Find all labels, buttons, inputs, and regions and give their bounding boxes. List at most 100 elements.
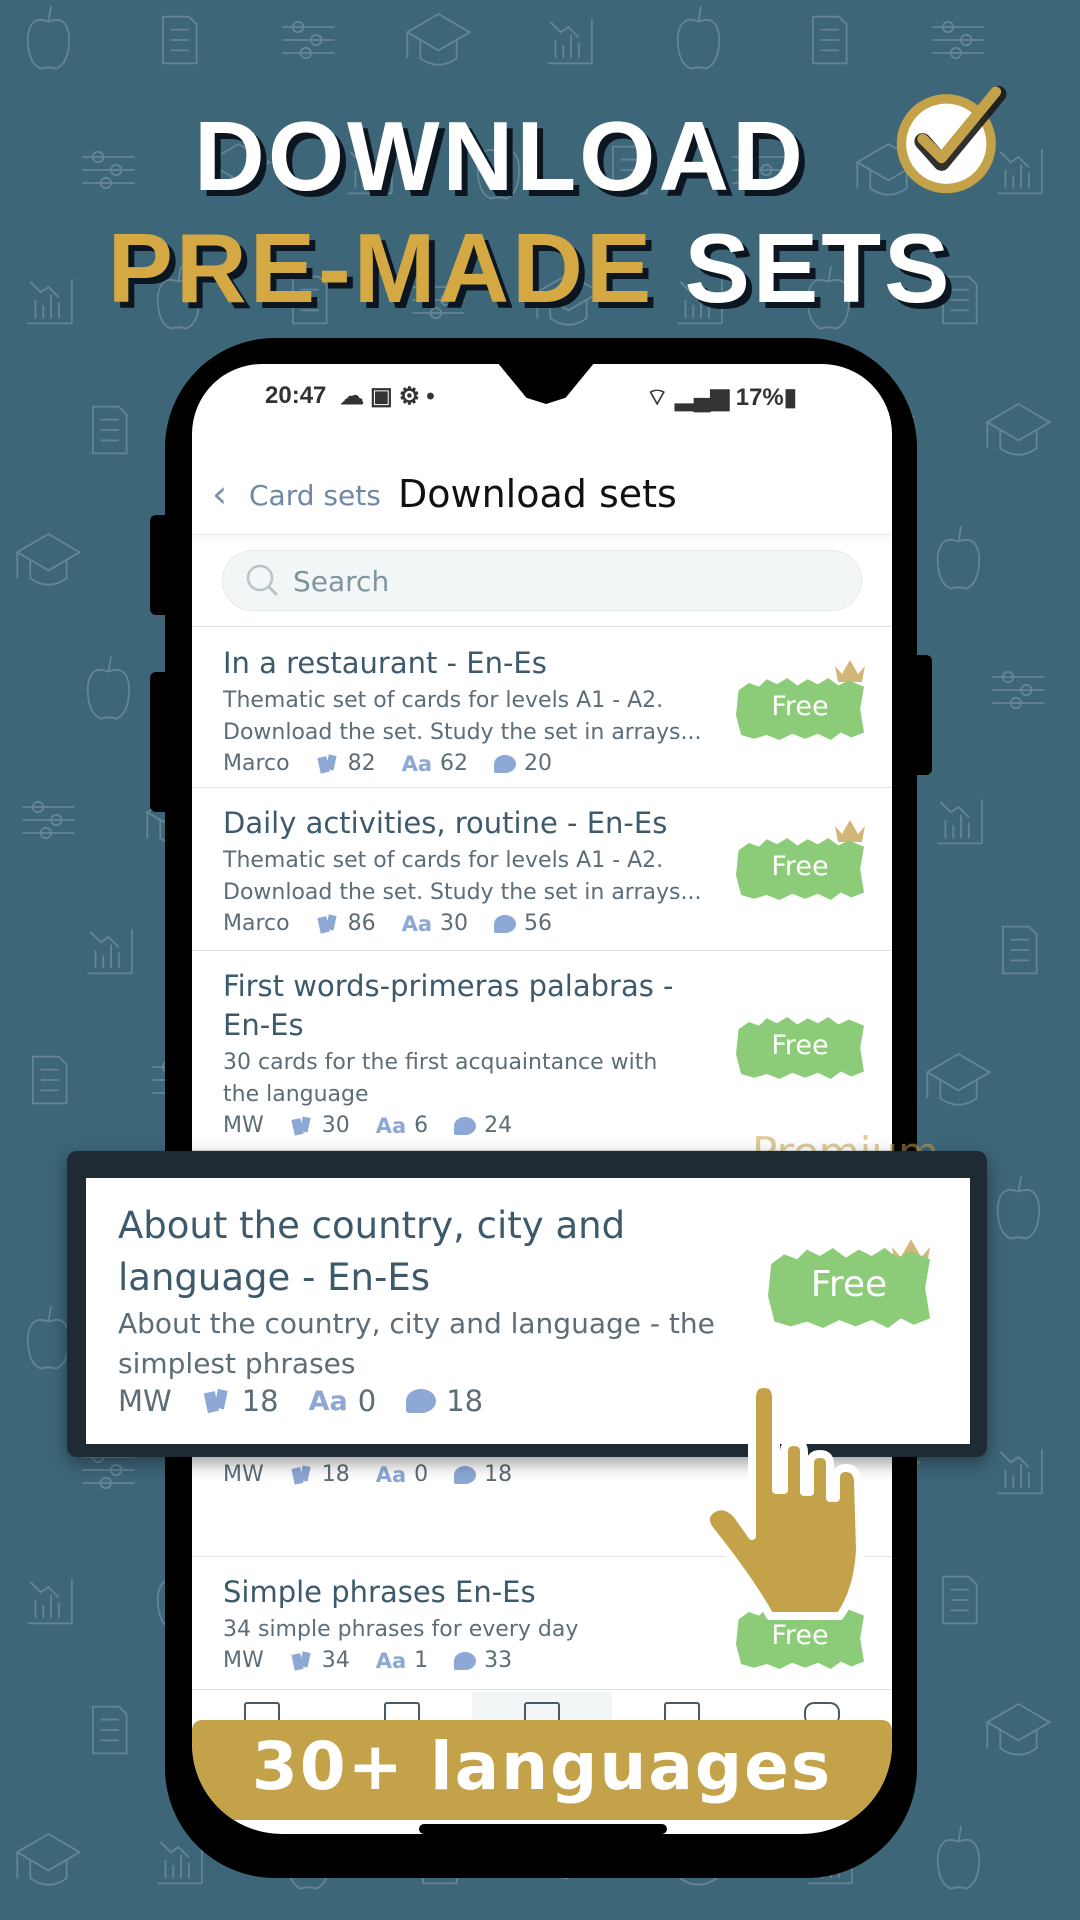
checkmark-badge-icon xyxy=(896,85,1007,194)
words-count: 62 xyxy=(440,751,469,776)
words-icon: Aa xyxy=(308,1385,348,1417)
banner-text: 30+ languages xyxy=(251,1728,833,1805)
set-description: 30 cards for the first acquaintance with… xyxy=(223,1050,658,1107)
comments-count: 24 xyxy=(484,1113,513,1138)
words-icon: Aa xyxy=(401,911,433,936)
divider xyxy=(192,626,892,627)
notification-icons: ☁▣⚙• xyxy=(340,383,441,410)
chart-pattern-icon xyxy=(87,929,133,975)
cards-icon xyxy=(317,753,337,774)
apple-pattern-icon xyxy=(936,526,981,590)
pointing-hand-icon xyxy=(701,1380,864,1620)
set-list-item[interactable]: First words-primeras palabras -En-Es 30 c… xyxy=(192,951,892,1151)
page-title: Download sets xyxy=(398,472,677,516)
chart-pattern-icon xyxy=(547,19,593,65)
promo-banner: 30+ languages xyxy=(192,1720,892,1820)
set-description: Thematic set of cards for levels A1 - A2… xyxy=(223,848,702,905)
apple-pattern-icon xyxy=(86,656,131,720)
set-meta: Marco 82 Aa 62 20 xyxy=(223,751,552,776)
comment-icon xyxy=(494,754,517,773)
doc-pattern-icon xyxy=(161,15,198,65)
headline-line-2: PRE-MADE SETS xyxy=(107,213,953,323)
apple-pattern-icon xyxy=(996,1176,1041,1240)
set-list-item[interactable]: In a restaurant - En-Es Thematic set of c… xyxy=(192,628,892,788)
set-title: First words-primeras palabras -En-Es xyxy=(223,969,674,1042)
comments-count: 33 xyxy=(484,1648,513,1673)
comment-icon xyxy=(454,1116,477,1135)
cards-count: 18 xyxy=(241,1384,279,1418)
cards-count: 82 xyxy=(347,751,376,776)
comment-icon xyxy=(494,914,517,933)
comments-count: 18 xyxy=(446,1384,484,1418)
abacus-pattern-icon xyxy=(82,1450,135,1490)
words-count: 6 xyxy=(414,1113,429,1138)
set-title: Daily activities, routine - En-Es xyxy=(223,806,668,840)
words-count: 0 xyxy=(357,1384,377,1418)
set-title: Simple phrases En-Es xyxy=(223,1575,536,1609)
cards-count: 30 xyxy=(321,1113,350,1138)
set-description: About the country, city and language - t… xyxy=(118,1307,715,1380)
apple-pattern-icon xyxy=(26,1306,71,1370)
doc-pattern-icon xyxy=(811,15,848,65)
set-meta: MW 34 Aa 1 33 xyxy=(223,1648,512,1673)
cap-pattern-icon xyxy=(925,1052,992,1106)
phone-side-button xyxy=(150,515,170,615)
status-right: ⌔ ▂▄▆ 17%▮ xyxy=(646,382,797,412)
cards-count: 34 xyxy=(321,1648,350,1673)
set-description: Thematic set of cards for levels A1 - A2… xyxy=(223,688,702,745)
app-header: ‹ Card sets Download sets xyxy=(192,464,892,535)
cards-icon xyxy=(317,913,337,934)
back-chevron-icon[interactable]: ‹ xyxy=(212,472,227,516)
free-badge[interactable]: Free xyxy=(736,678,864,740)
set-author: MW xyxy=(223,1648,264,1673)
doc-pattern-icon xyxy=(1001,925,1038,975)
chart-pattern-icon xyxy=(937,799,983,845)
set-title: In a restaurant - En-Es xyxy=(223,646,547,680)
cards-count: 18 xyxy=(321,1462,350,1487)
set-title: About the country, city and language - E… xyxy=(118,1204,626,1299)
set-author: MW xyxy=(223,1462,264,1487)
words-count: 0 xyxy=(414,1462,429,1487)
free-badge[interactable]: Free xyxy=(768,1248,930,1328)
back-button[interactable]: Card sets xyxy=(249,479,381,512)
doc-pattern-icon xyxy=(91,1705,128,1755)
search-input[interactable] xyxy=(293,559,833,603)
badge-label: Free xyxy=(771,691,829,722)
comment-icon xyxy=(454,1465,477,1484)
abacus-pattern-icon xyxy=(22,800,75,840)
free-badge[interactable]: Free xyxy=(736,1017,864,1079)
free-badge[interactable]: Free xyxy=(736,838,864,900)
badge-label: Free xyxy=(771,1030,829,1061)
abacus-pattern-icon xyxy=(932,20,985,60)
comments-count: 18 xyxy=(484,1462,513,1487)
cards-icon xyxy=(291,1464,311,1485)
set-author: Marco xyxy=(223,911,290,936)
set-meta: MW 18 Aa 0 18 xyxy=(118,1384,483,1418)
words-count: 1 xyxy=(414,1648,429,1673)
apple-pattern-icon xyxy=(936,1826,981,1890)
cards-icon xyxy=(291,1650,311,1671)
words-count: 30 xyxy=(440,911,469,936)
chart-pattern-icon xyxy=(157,1839,203,1885)
cards-count: 86 xyxy=(347,911,376,936)
abacus-pattern-icon xyxy=(282,20,335,60)
set-description: 34 simple phrases for every day xyxy=(223,1617,579,1642)
words-icon: Aa xyxy=(401,751,433,776)
home-indicator[interactable] xyxy=(419,1824,667,1834)
cap-pattern-icon xyxy=(985,402,1052,456)
phone-side-button xyxy=(150,672,170,812)
comment-icon xyxy=(454,1651,477,1670)
search-field[interactable] xyxy=(222,550,862,611)
cards-icon xyxy=(291,1115,311,1136)
apple-pattern-icon xyxy=(676,6,721,70)
words-icon: Aa xyxy=(375,1648,407,1673)
chart-pattern-icon xyxy=(997,1449,1043,1495)
battery-icon: ▮ xyxy=(783,384,797,411)
cap-pattern-icon xyxy=(15,1832,82,1886)
set-list-item[interactable]: Daily activities, routine - En-Es Themati… xyxy=(192,788,892,951)
status-time: 20:47 xyxy=(265,382,327,409)
wifi-icon: ⌔ xyxy=(645,384,669,411)
set-meta: MW 18 Aa 0 18 xyxy=(223,1462,512,1487)
badge-label: Free xyxy=(771,851,829,882)
set-author: MW xyxy=(223,1113,264,1138)
